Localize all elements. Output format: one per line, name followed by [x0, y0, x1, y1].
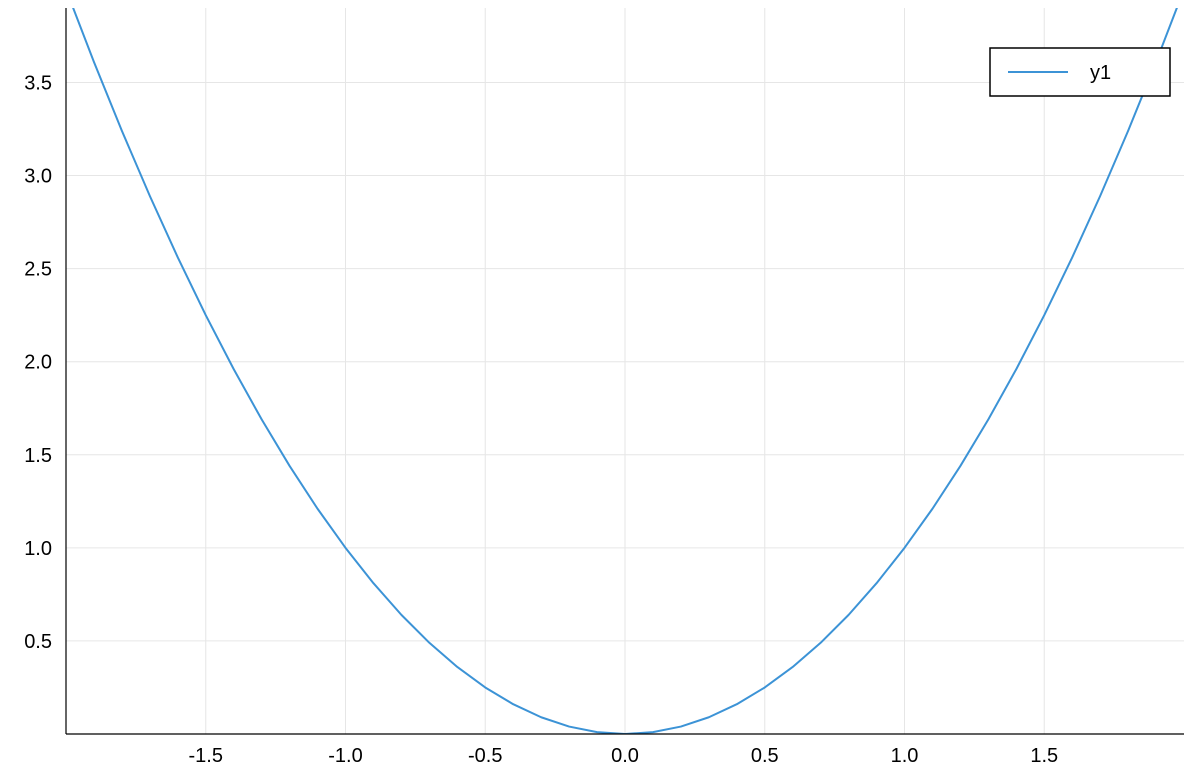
legend-label-y1: y1 — [1090, 62, 1111, 84]
x-tick-label: -1.5 — [189, 745, 223, 767]
x-tick-label: -1.0 — [328, 745, 362, 767]
y-tick-label: 3.0 — [24, 166, 52, 188]
x-tick-label: 1.5 — [1030, 745, 1058, 767]
x-tick-label: -0.5 — [468, 745, 502, 767]
y-tick-label: 1.0 — [24, 538, 52, 560]
y-tick-labels: 0.5 1.0 1.5 2.0 2.5 3.0 3.5 — [24, 72, 52, 652]
y-tick-label: 2.5 — [24, 259, 52, 281]
chart-container: -1.5 -1.0 -0.5 0.0 0.5 1.0 1.5 0.5 1.0 1.5 2.0 2.5… — [0, 0, 1198, 782]
x-tick-label: 0.5 — [751, 745, 779, 767]
y-tick-label: 0.5 — [24, 631, 52, 653]
x-tick-label: 1.0 — [891, 745, 919, 767]
x-tick-label: 0.0 — [611, 745, 639, 767]
legend: y1 — [990, 48, 1170, 96]
y-tick-label: 2.0 — [24, 352, 52, 374]
line-chart: -1.5 -1.0 -0.5 0.0 0.5 1.0 1.5 0.5 1.0 1.5 2.0 2.5… — [0, 0, 1198, 782]
x-tick-labels: -1.5 -1.0 -0.5 0.0 0.5 1.0 1.5 — [189, 745, 1059, 767]
y-tick-label: 1.5 — [24, 445, 52, 467]
y-tick-label: 3.5 — [24, 72, 52, 94]
